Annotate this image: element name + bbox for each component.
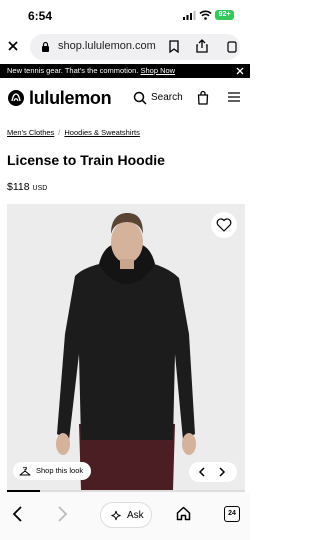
site-header: lululemon Search	[0, 80, 250, 116]
lululemon-logo-icon[interactable]	[8, 90, 24, 106]
sparkle-icon	[111, 510, 121, 521]
breadcrumb-mens-clothes[interactable]: Men's Clothes	[7, 128, 54, 137]
hanger-icon	[19, 466, 31, 475]
menu-icon[interactable]	[228, 92, 240, 102]
search-label[interactable]: Search	[151, 92, 183, 103]
status-time: 6:54	[28, 9, 53, 23]
share-icon[interactable]	[196, 39, 208, 53]
chevron-right-icon[interactable]	[219, 467, 226, 477]
image-navigation	[189, 462, 237, 482]
breadcrumb: Men's Clothes / Hoodies & Sweatshirts	[7, 128, 140, 137]
product-price: $118 USD	[7, 181, 47, 193]
ask-label: Ask	[127, 510, 144, 521]
url-text: shop.lululemon.com	[58, 40, 156, 52]
cellular-signal-icon	[183, 11, 196, 20]
shop-now-link[interactable]: Shop Now	[140, 66, 175, 75]
price-amount: $118	[7, 181, 30, 193]
wishlist-button[interactable]	[211, 212, 237, 238]
banner-close-icon[interactable]	[236, 67, 244, 75]
ask-button[interactable]: Ask	[100, 502, 152, 528]
home-icon[interactable]	[176, 506, 191, 521]
hoodie-model-photo	[7, 204, 245, 490]
breadcrumb-separator: /	[58, 128, 61, 137]
tab-overview-icon[interactable]	[227, 41, 237, 53]
tabs-count-button[interactable]: 24	[224, 506, 240, 522]
promo-banner: New tennis gear. That's the commotion. S…	[0, 64, 250, 78]
shop-this-look-button[interactable]: Shop this look	[13, 462, 92, 480]
breadcrumb-hoodies-sweatshirts[interactable]: Hoodies & Sweatshirts	[64, 128, 139, 137]
status-bar: 6:54 92+	[0, 0, 250, 30]
shop-this-look-label: Shop this look	[36, 466, 84, 475]
price-currency: USD	[32, 185, 48, 192]
brand-name[interactable]: lululemon	[29, 88, 112, 109]
wifi-icon	[199, 10, 212, 20]
product-title: License to Train Hoodie	[7, 152, 165, 168]
chevron-left-icon[interactable]	[198, 467, 205, 477]
back-arrow-icon[interactable]	[12, 506, 22, 522]
bookmark-icon[interactable]	[169, 40, 179, 53]
browser-bar: shop.lululemon.com	[0, 30, 250, 64]
battery-indicator: 92+	[215, 10, 234, 20]
browser-toolbar: Ask 24	[0, 492, 250, 540]
shopping-bag-icon[interactable]	[197, 90, 209, 105]
close-icon[interactable]	[6, 39, 20, 53]
promo-text: New tennis gear. That's the commotion.	[7, 66, 139, 75]
forward-arrow-icon[interactable]	[58, 506, 68, 522]
search-icon[interactable]	[133, 91, 147, 105]
heart-icon	[216, 218, 232, 232]
lock-icon	[42, 41, 49, 52]
product-image[interactable]: Shop this look	[7, 204, 245, 490]
address-bar[interactable]: shop.lululemon.com	[30, 34, 240, 60]
